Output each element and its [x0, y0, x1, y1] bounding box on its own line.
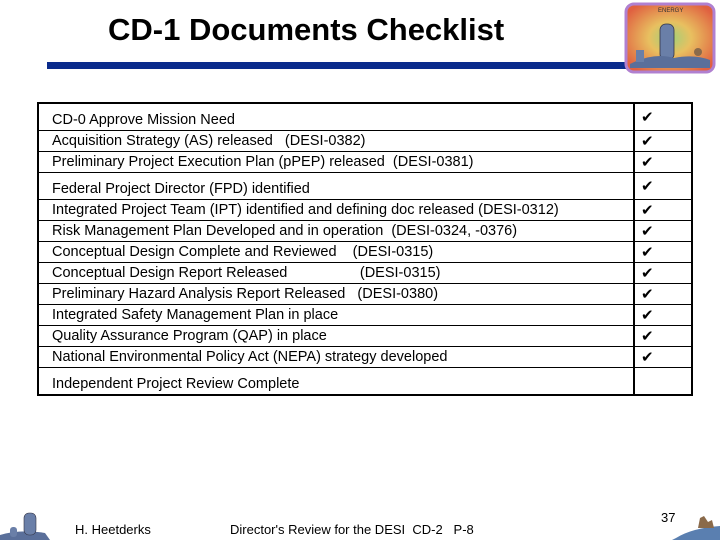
page-number: 37: [661, 510, 676, 525]
slide-title: CD-1 Documents Checklist: [108, 12, 505, 47]
checklist-item-label: Independent Project Review Complete: [38, 367, 634, 395]
checklist-row: Federal Project Director (FPD) identifie…: [38, 172, 692, 200]
checkmark-icon: ✔: [633, 199, 692, 221]
checklist-row: Independent Project Review Complete: [38, 367, 692, 395]
checklist-item-label: Acquisition Strategy (AS) released (DESI…: [38, 130, 634, 152]
checklist-table: CD-0 Approve Mission Need ✔ Acquisition St…: [37, 102, 693, 396]
checklist-row: Conceptual Design Report Released (DESI-…: [38, 262, 692, 284]
checklist-row: National Environmental Policy Act (NEPA)…: [38, 346, 692, 368]
svg-text:ENERGY: ENERGY: [658, 8, 683, 14]
checkmark-icon: ✔: [633, 346, 692, 368]
checklist-item-label: Preliminary Project Execution Plan (pPEP…: [38, 151, 634, 173]
checklist-row: Conceptual Design Complete and Reviewed …: [38, 241, 692, 263]
checkmark-icon: ✔: [633, 283, 692, 305]
checkmark-icon: ✔: [633, 220, 692, 242]
checklist-item-label: Conceptual Design Report Released (DESI-…: [38, 262, 634, 284]
checklist-row: Risk Management Plan Developed and in op…: [38, 220, 692, 242]
checklist-row: Integrated Safety Management Plan in pla…: [38, 304, 692, 326]
dark-energy-logo: ENERGY: [624, 2, 716, 74]
checkmark-icon: ✔: [633, 172, 692, 200]
footer-event: Director's Review for the DESI CD-2 P-8: [230, 522, 474, 537]
checklist-item-label: CD-0 Approve Mission Need: [38, 102, 634, 131]
checkmark-icon: ✔: [633, 325, 692, 347]
footer-author: H. Heetderks: [75, 522, 151, 537]
checklist-item-label: Quality Assurance Program (QAP) in place: [38, 325, 634, 347]
checkmark-icon: ✔: [633, 102, 692, 131]
empty-check-cell: [633, 367, 692, 395]
checklist-item-label: Conceptual Design Complete and Reviewed …: [38, 241, 634, 263]
checkmark-icon: ✔: [633, 304, 692, 326]
checkmark-icon: ✔: [633, 262, 692, 284]
checklist-item-label: Risk Management Plan Developed and in op…: [38, 220, 634, 242]
checkmark-icon: ✔: [633, 241, 692, 263]
checklist-row: CD-0 Approve Mission Need ✔: [38, 102, 692, 131]
telescope-icon: [0, 512, 50, 540]
checklist-row: Integrated Project Team (IPT) identified…: [38, 199, 692, 221]
checklist-row: Quality Assurance Program (QAP) in place…: [38, 325, 692, 347]
checklist-item-label: Preliminary Hazard Analysis Report Relea…: [38, 283, 634, 305]
checkmark-icon: ✔: [633, 151, 692, 173]
checklist-row: Preliminary Project Execution Plan (pPEP…: [38, 151, 692, 173]
checklist-item-label: Integrated Project Team (IPT) identified…: [38, 199, 634, 221]
checklist-row: Preliminary Hazard Analysis Report Relea…: [38, 283, 692, 305]
dog-icon: [672, 516, 720, 540]
checklist-item-label: Federal Project Director (FPD) identifie…: [38, 172, 634, 200]
title-underline-bar: [47, 62, 629, 69]
checklist-item-label: Integrated Safety Management Plan in pla…: [38, 304, 634, 326]
checklist-item-label: National Environmental Policy Act (NEPA)…: [38, 346, 634, 368]
checkmark-icon: ✔: [633, 130, 692, 152]
checklist-row: Acquisition Strategy (AS) released (DESI…: [38, 130, 692, 152]
